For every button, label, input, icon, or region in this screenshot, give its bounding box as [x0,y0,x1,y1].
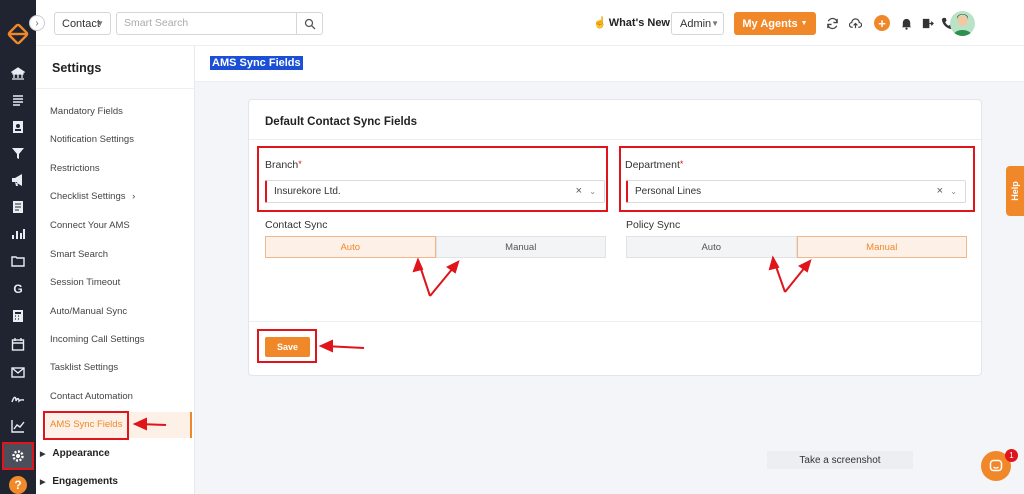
list-icon[interactable] [8,90,28,110]
sidebar-group-appearance[interactable]: ▶ Appearance [40,448,110,459]
policy-sync-manual-option[interactable]: Manual [796,236,967,258]
sidebar-collapse-button[interactable]: › [29,15,45,31]
sidebar-item-restrictions[interactable]: Restrictions [50,163,100,174]
caret-right-icon: ▶ [40,479,46,486]
plus-icon[interactable]: + [874,15,890,31]
icon-rail: G ? [0,0,36,494]
logout-icon[interactable] [919,15,935,31]
sidebar-item-tasklist-settings[interactable]: Tasklist Settings [50,362,118,373]
policy-sync-label: Policy Sync [626,219,681,231]
google-icon[interactable]: G [8,279,28,299]
clear-icon[interactable]: × [937,181,943,202]
main-content: AMS Sync Fields Default Contact Sync Fie… [195,46,1024,494]
search-icon[interactable] [296,12,323,35]
megaphone-icon[interactable] [8,170,28,190]
policy-sync-toggle: Auto Manual [626,236,967,258]
branch-label-text: Branch [265,159,299,171]
annotation-highlight-box [43,411,129,440]
branch-value: Insurekore Ltd. [274,186,341,197]
sidebar-item-label: Checklist Settings [50,191,126,202]
my-agents-label: My Agents [742,17,798,30]
sidebar-item-incoming-call-settings[interactable]: Incoming Call Settings [50,334,145,345]
pointing-hand-icon: ☝ [593,17,607,29]
mail-icon[interactable] [8,362,28,382]
help-icon[interactable]: ? [9,476,27,494]
whats-new-label: What's New [608,17,670,29]
whats-new-link[interactable]: ☝ What's New [593,16,670,29]
my-agents-button[interactable]: My Agents ▼ [734,12,816,35]
sidebar-item-session-timeout[interactable]: Session Timeout [50,277,120,288]
contact-sync-label: Contact Sync [265,219,328,231]
contact-type-label: Contact [62,17,100,30]
document-icon[interactable] [8,197,28,217]
caret-right-icon: ▶ [40,451,46,458]
divider [249,139,981,140]
bar-chart-icon[interactable] [8,224,28,244]
role-dropdown[interactable]: Admin ▼ [671,12,724,35]
department-label-text: Department [625,159,680,171]
chat-icon [989,459,1003,472]
required-mark: * [298,159,302,169]
sidebar-item-mandatory-fields[interactable]: Mandatory Fields [50,106,123,117]
chevron-down-icon: ▼ [711,19,719,28]
line-chart-icon[interactable] [8,416,28,436]
chevron-right-icon: › [132,191,136,202]
divider [249,321,981,322]
chevron-down-icon[interactable]: ⌄ [589,181,596,202]
help-tab-label: Help [1010,181,1021,201]
contact-sync-manual-option[interactable]: Manual [435,236,606,258]
sidebar-group-engagements[interactable]: ▶ Engagements [40,476,118,487]
contact-sync-toggle: Auto Manual [265,236,606,258]
sidebar-item-checklist-settings[interactable]: Checklist Settings › [50,191,135,202]
policy-sync-auto-option[interactable]: Auto [626,236,797,258]
bell-icon[interactable] [898,15,914,31]
avatar[interactable] [950,11,975,36]
department-value: Personal Lines [635,186,702,197]
page-title: AMS Sync Fields [210,56,303,70]
top-bar: Contact ▼ Smart Search ☝ What's New Admin… [36,0,1024,46]
branch-select[interactable]: Insurekore Ltd. × ⌄ [265,180,605,203]
smart-search-input[interactable]: Smart Search [116,12,323,35]
department-select[interactable]: Personal Lines × ⌄ [626,180,966,203]
chevron-down-icon[interactable]: ⌄ [950,181,957,202]
notification-badge: 1 [1005,449,1018,462]
role-label: Admin [680,17,712,30]
settings-sidebar: Settings Mandatory Fields Notification S… [36,46,195,494]
contact-sync-auto-option[interactable]: Auto [265,236,436,258]
sidebar-group-label: Engagements [52,476,118,487]
chevron-down-icon: ▼ [96,19,104,28]
sync-icon[interactable] [824,15,840,31]
contact-card-icon[interactable] [8,117,28,137]
contact-type-dropdown[interactable]: Contact ▼ [54,12,111,35]
sidebar-group-label: Appearance [52,448,110,459]
sidebar-item-contact-automation[interactable]: Contact Automation [50,391,133,402]
required-mark: * [679,159,684,169]
divider [36,88,195,89]
clear-icon[interactable]: × [576,181,582,202]
page-header: AMS Sync Fields [195,46,1024,82]
filter-icon[interactable] [8,143,28,163]
sidebar-item-connect-your-ams[interactable]: Connect Your AMS [50,220,130,231]
branch-label: Branch* [265,159,302,171]
sync-fields-card: Default Contact Sync Fields Branch* Insu… [248,99,982,376]
settings-icon[interactable] [2,442,34,470]
app-logo[interactable] [6,22,30,46]
help-tab[interactable]: Help [1006,166,1024,216]
sidebar-item-smart-search[interactable]: Smart Search [50,249,108,260]
chevron-down-icon: ▼ [800,20,808,27]
calculator-icon[interactable] [8,306,28,326]
sidebar-item-auto-manual-sync[interactable]: Auto/Manual Sync [50,306,127,317]
cloud-upload-icon[interactable] [847,15,863,31]
calendar-icon[interactable] [8,334,28,354]
signature-icon[interactable] [8,389,28,409]
card-title: Default Contact Sync Fields [265,116,418,128]
folder-icon[interactable] [8,251,28,271]
take-screenshot-button[interactable]: Take a screenshot [767,451,913,469]
department-label: Department* [625,159,683,171]
bank-icon[interactable] [8,64,28,84]
sidebar-title: Settings [52,61,102,75]
sidebar-item-notification-settings[interactable]: Notification Settings [50,134,134,145]
save-button[interactable]: Save [265,337,310,357]
